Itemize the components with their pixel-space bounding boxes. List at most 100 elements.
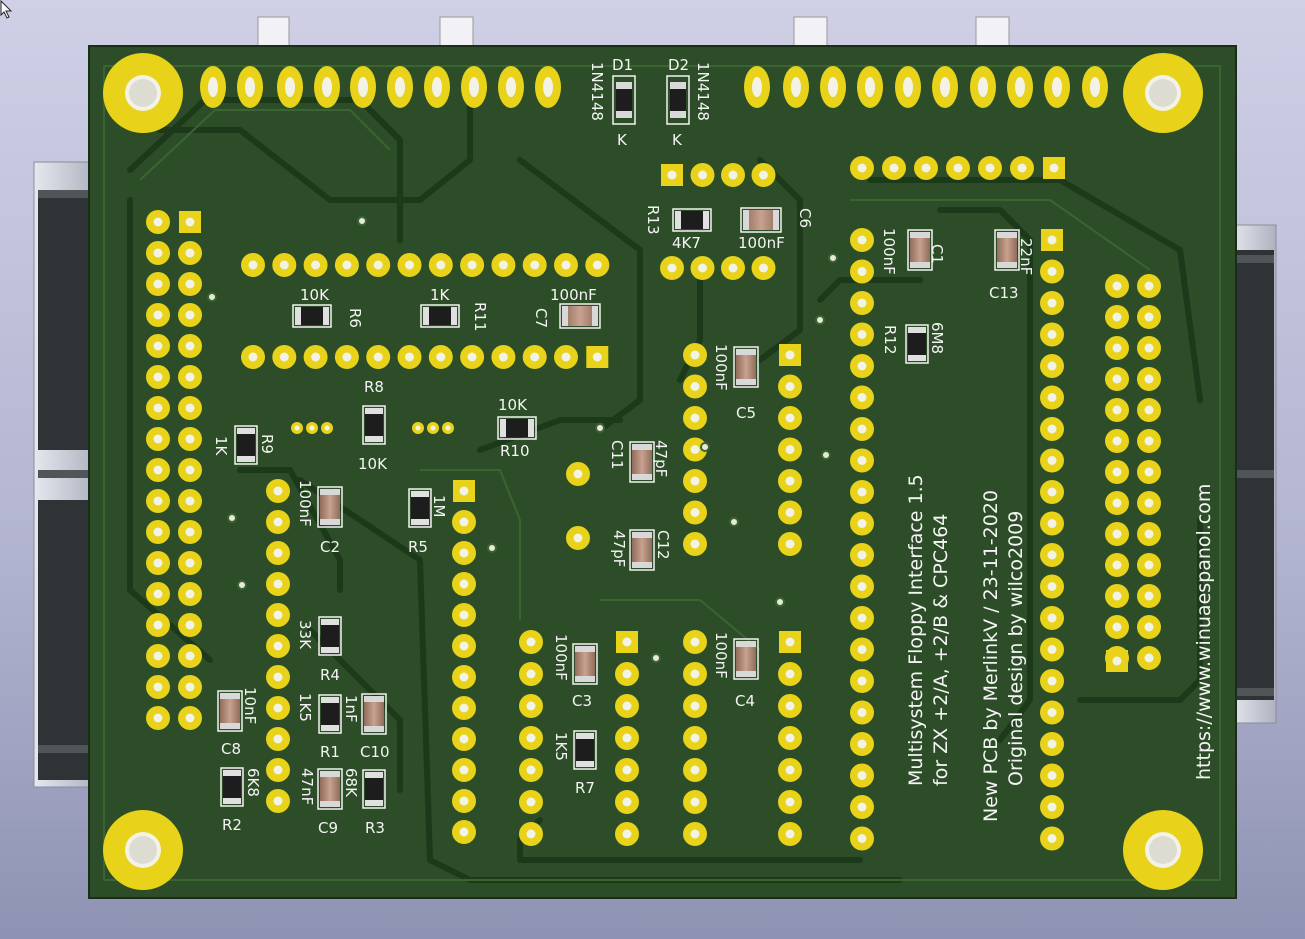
value-c6: 100nF [738, 234, 785, 252]
ref-r9: R9 [258, 434, 276, 454]
component-r4 [318, 616, 342, 656]
pad [178, 706, 202, 730]
pad [1105, 367, 1129, 391]
pad [241, 253, 265, 277]
pad [178, 365, 202, 389]
via [700, 442, 710, 452]
pad [946, 156, 970, 180]
pad [519, 822, 543, 846]
pad [1105, 553, 1129, 577]
via [237, 580, 247, 590]
credit-line1: New PCB by MerlinkV / 23-11-2020 [980, 490, 1002, 822]
mouse-cursor-icon [0, 0, 13, 19]
ref-c7: C7 [532, 308, 550, 328]
pad [146, 551, 170, 575]
pad [778, 374, 802, 399]
value-r12: 6M8 [928, 322, 946, 354]
pad [146, 365, 170, 389]
pad [850, 763, 874, 788]
value-r9: 1K [212, 436, 230, 457]
ref-r6: R6 [346, 308, 364, 328]
pad [1040, 354, 1064, 378]
pad [914, 156, 938, 180]
pad [179, 211, 201, 233]
via [828, 253, 838, 263]
pad [519, 726, 543, 750]
pad [146, 582, 170, 606]
pad [146, 396, 170, 420]
pad [1137, 460, 1161, 484]
pad [1105, 460, 1129, 484]
value-c4: 100nF [712, 632, 730, 679]
component-r7 [573, 730, 597, 770]
pad [1105, 522, 1129, 546]
edge-pad [857, 66, 883, 108]
pad [661, 164, 683, 186]
pad [850, 385, 874, 410]
component-c8 [217, 690, 243, 732]
pad [1040, 385, 1064, 410]
pad [178, 489, 202, 513]
pad [266, 696, 290, 720]
edge-pad [424, 66, 450, 108]
pad [428, 345, 453, 369]
pad [1040, 448, 1064, 473]
pad [850, 606, 874, 630]
edge-pad [1007, 66, 1033, 108]
pad [683, 500, 707, 525]
value-c2: 100nF [296, 480, 314, 527]
pad [178, 458, 202, 482]
pad [683, 406, 707, 430]
edge-pad [744, 66, 770, 108]
pad [978, 156, 1002, 180]
component-c4 [733, 638, 759, 680]
pad [146, 303, 170, 327]
pad [1040, 606, 1064, 630]
pad [1040, 511, 1064, 536]
pad [850, 322, 874, 347]
pcb-board-render: Multisystem Floppy Interface 1.5 for ZX … [0, 0, 1277, 899]
pad [1137, 646, 1161, 670]
pad [428, 253, 453, 277]
pad [241, 345, 265, 369]
pad [683, 822, 707, 846]
component-r3 [362, 769, 386, 809]
pad [452, 758, 476, 782]
pad [452, 665, 476, 689]
pcb-3d-viewer[interactable]: Multisystem Floppy Interface 1.5 for ZX … [0, 0, 1305, 939]
pad [778, 758, 802, 782]
pad [519, 790, 543, 814]
pad [519, 662, 543, 686]
value-r2: 6K8 [244, 768, 262, 797]
component-c6 [740, 207, 782, 233]
pad [146, 427, 170, 451]
pad [683, 532, 707, 556]
pad [721, 256, 745, 280]
edge-pad [932, 66, 958, 108]
pad [1137, 429, 1161, 453]
pad [683, 469, 707, 493]
component-c13 [994, 229, 1020, 271]
pad [178, 644, 202, 668]
pad [178, 582, 202, 606]
value-r7: 1K5 [552, 732, 570, 761]
via [595, 423, 605, 433]
pad [683, 374, 707, 399]
pad [850, 669, 874, 693]
via [729, 517, 739, 527]
pad [850, 156, 874, 180]
pad [452, 572, 476, 596]
pad [683, 630, 707, 654]
pad [778, 662, 802, 686]
pad [778, 694, 802, 718]
value-d2: 1N4148 [694, 62, 712, 121]
component-c11 [629, 441, 655, 483]
pad [778, 790, 802, 814]
edge-pad [970, 66, 996, 108]
pad [850, 574, 874, 599]
pad [146, 520, 170, 544]
pad [850, 480, 874, 504]
component-r9 [234, 425, 258, 465]
website-url: https://www.winuaespanol.com [1193, 484, 1215, 780]
pad [1137, 305, 1161, 329]
